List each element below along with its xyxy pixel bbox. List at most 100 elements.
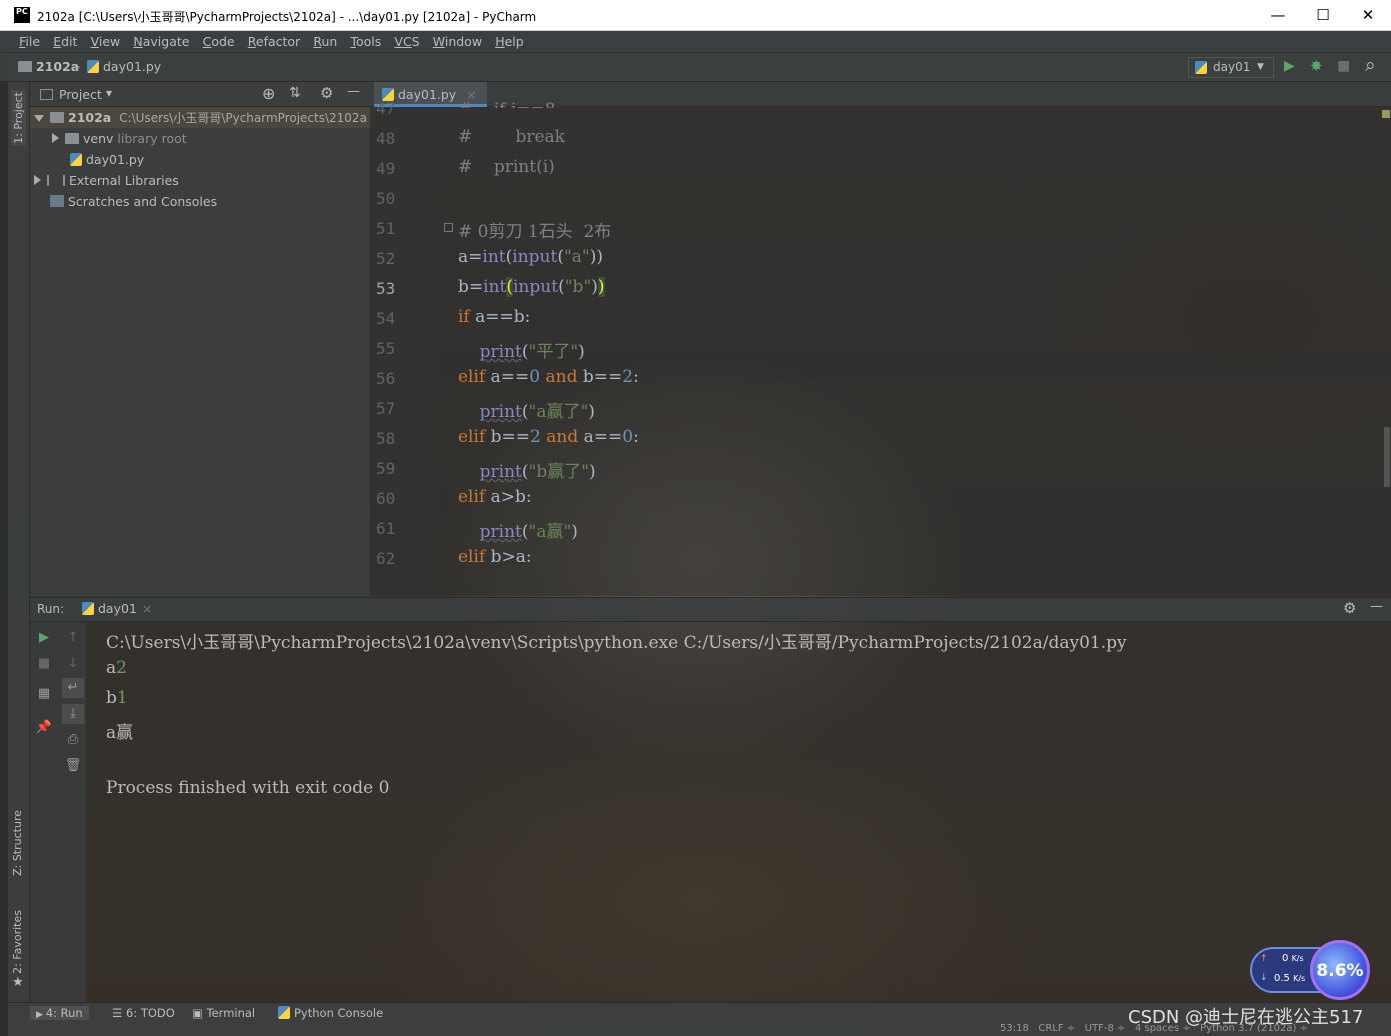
code-line[interactable]: elif b==2 and a==0: — [458, 427, 639, 447]
title-bar: PC 2102a [C:\Users\小玉哥哥\PycharmProjects\… — [0, 0, 1391, 31]
menu-help[interactable]: Help — [492, 31, 527, 52]
expanded-arrow-icon — [34, 115, 44, 122]
code-line[interactable]: # break — [458, 127, 565, 147]
editor-scrollbar[interactable] — [1384, 427, 1390, 487]
menu-code[interactable]: Code — [200, 31, 238, 52]
gear-icon[interactable]: ⚙ — [1343, 599, 1356, 617]
run-tool-window: Run: day01 × ⚙ — ▶ ↑ ■ ↓ ▦ ↵ ⤓ 📌 ⎙ 🗑 C:\U… — [30, 597, 1391, 1003]
menu-vcs[interactable]: VCS — [391, 31, 422, 52]
collapse-all-icon[interactable]: ⇅ — [289, 85, 301, 101]
python-icon — [82, 602, 94, 615]
code-line-current[interactable]: b=int(input("b")) — [458, 277, 605, 297]
window-title: 2102a [C:\Users\小玉哥哥\PycharmProjects\210… — [37, 10, 537, 24]
tree-item-external-libraries[interactable]: External Libraries — [34, 170, 179, 191]
line-number: 52 — [376, 249, 396, 268]
tree-item-venv[interactable]: venv library root — [52, 128, 187, 149]
code-line[interactable]: print("平了") — [458, 337, 585, 362]
python-icon — [1195, 61, 1207, 74]
tree-item-project-root[interactable]: 2102a C:\Users\小玉哥哥\PycharmProjects\2102… — [30, 107, 374, 128]
menu-window[interactable]: Window — [430, 31, 485, 52]
code-line[interactable]: # 0剪刀 1石头 2布 — [458, 217, 611, 242]
run-icon[interactable]: ▶ — [1284, 58, 1295, 74]
menu-edit[interactable]: Edit — [50, 31, 80, 52]
code-line[interactable]: a=int(input("a")) — [458, 247, 603, 267]
tree-item-day01[interactable]: day01.py — [70, 149, 144, 170]
code-token: int — [482, 247, 506, 267]
tree-item-scratches[interactable]: Scratches and Consoles — [50, 191, 217, 212]
run-tab-day01[interactable]: day01 × — [82, 601, 152, 616]
line-number: 61 — [376, 519, 396, 538]
code-token: b — [458, 277, 469, 297]
chevron-down-icon: ▼ — [1257, 62, 1264, 72]
project-tool-tab[interactable]: 1: Project — [11, 90, 26, 146]
hide-panel-icon[interactable]: — — [347, 84, 360, 99]
code-token: input — [512, 247, 558, 267]
menu-navigate[interactable]: Navigate — [130, 31, 192, 52]
code-token: 2 — [622, 367, 634, 387]
line-number: 62 — [376, 549, 396, 568]
code-line[interactable]: # print(i) — [458, 157, 555, 177]
chevron-down-icon[interactable]: ▾ — [106, 86, 112, 100]
menu-file[interactable]: File — [16, 31, 43, 52]
hide-panel-icon[interactable]: — — [1370, 599, 1383, 614]
upload-arrow-icon: ↑ — [1260, 954, 1268, 964]
gear-icon[interactable]: ⚙ — [320, 84, 333, 102]
close-tab-icon[interactable]: × — [142, 601, 152, 616]
locate-icon[interactable]: ⊕ — [262, 84, 275, 103]
rerun-icon[interactable]: ▶ — [33, 628, 55, 648]
soft-wrap-icon[interactable]: ↵ — [62, 678, 84, 698]
python-file-icon — [70, 153, 82, 166]
run-configuration-select[interactable]: day01 ▼ — [1188, 57, 1274, 78]
code-line[interactable]: print("a赢") — [458, 517, 578, 542]
debug-icon[interactable]: ✸ — [1310, 57, 1323, 75]
line-number: 50 — [376, 189, 396, 208]
layout-icon[interactable]: ▦ — [33, 684, 55, 704]
code-line[interactable]: print("a赢了") — [458, 397, 595, 422]
minimize-icon[interactable]: — — [1255, 0, 1301, 31]
menu-refactor[interactable]: Refactor — [245, 31, 303, 52]
search-icon[interactable]: ⌕ — [1365, 54, 1376, 76]
line-number: 59 — [376, 459, 396, 478]
code-line[interactable]: if a==b: — [458, 307, 530, 327]
code-line[interactable]: elif b>a: — [458, 547, 532, 567]
scroll-down-icon[interactable]: ↓ — [62, 654, 84, 674]
line-number: 48 — [376, 129, 396, 148]
tool-tab-python-console[interactable]: Python Console — [278, 1006, 383, 1020]
code-token: b>a: — [485, 547, 532, 567]
menu-run[interactable]: Run — [310, 31, 340, 52]
line-number: 60 — [376, 489, 396, 508]
code-token: # — [458, 157, 473, 177]
scroll-up-icon[interactable]: ↑ — [62, 628, 84, 648]
fold-marker-icon[interactable] — [444, 223, 453, 232]
inspection-status-icon[interactable] — [1382, 110, 1390, 118]
console-result-line: a赢 — [106, 723, 134, 743]
print-icon[interactable]: ⎙ — [62, 730, 84, 750]
code-line[interactable]: print("b赢了") — [458, 457, 596, 482]
matched-brace: ( — [506, 277, 513, 297]
scroll-to-end-icon[interactable]: ⤓ — [62, 704, 84, 724]
menu-tools[interactable]: Tools — [347, 31, 384, 52]
code-line[interactable]: elif a>b: — [458, 487, 532, 507]
tool-tab-run[interactable]: ▶ 4: Run — [30, 1006, 89, 1020]
download-arrow-icon: ↓ — [1260, 973, 1268, 983]
code-line[interactable]: elif a==0 and b==2: — [458, 367, 639, 387]
close-icon[interactable]: ✕ — [1345, 0, 1391, 31]
structure-tool-tab[interactable]: Z: Structure — [11, 810, 24, 876]
line-number: 54 — [376, 309, 396, 328]
maximize-icon[interactable]: ☐ — [1300, 0, 1346, 31]
code-line[interactable]: # if i==8: — [458, 100, 561, 108]
breadcrumb-project[interactable]: 2102a — [18, 59, 79, 74]
console-user-input: 1 — [116, 688, 128, 708]
favorites-tool-tab[interactable]: 2: Favorites — [11, 910, 24, 974]
tool-tab-todo[interactable]: ☰ 6: TODO — [112, 1006, 175, 1020]
tool-tab-terminal[interactable]: ▣ Terminal — [192, 1006, 255, 1020]
pin-icon[interactable]: 📌 — [33, 718, 55, 738]
stop-icon[interactable]: ■ — [33, 654, 55, 674]
trash-icon[interactable]: 🗑 — [62, 756, 84, 776]
menu-view[interactable]: View — [88, 31, 124, 52]
code-token: ( — [521, 402, 529, 422]
usage-percent-ball[interactable]: 8.6% — [1310, 940, 1370, 1000]
project-view-title[interactable]: Project — [59, 87, 102, 102]
stop-icon[interactable]: ■ — [1337, 58, 1350, 74]
breadcrumb-file[interactable]: day01.py — [87, 59, 161, 74]
